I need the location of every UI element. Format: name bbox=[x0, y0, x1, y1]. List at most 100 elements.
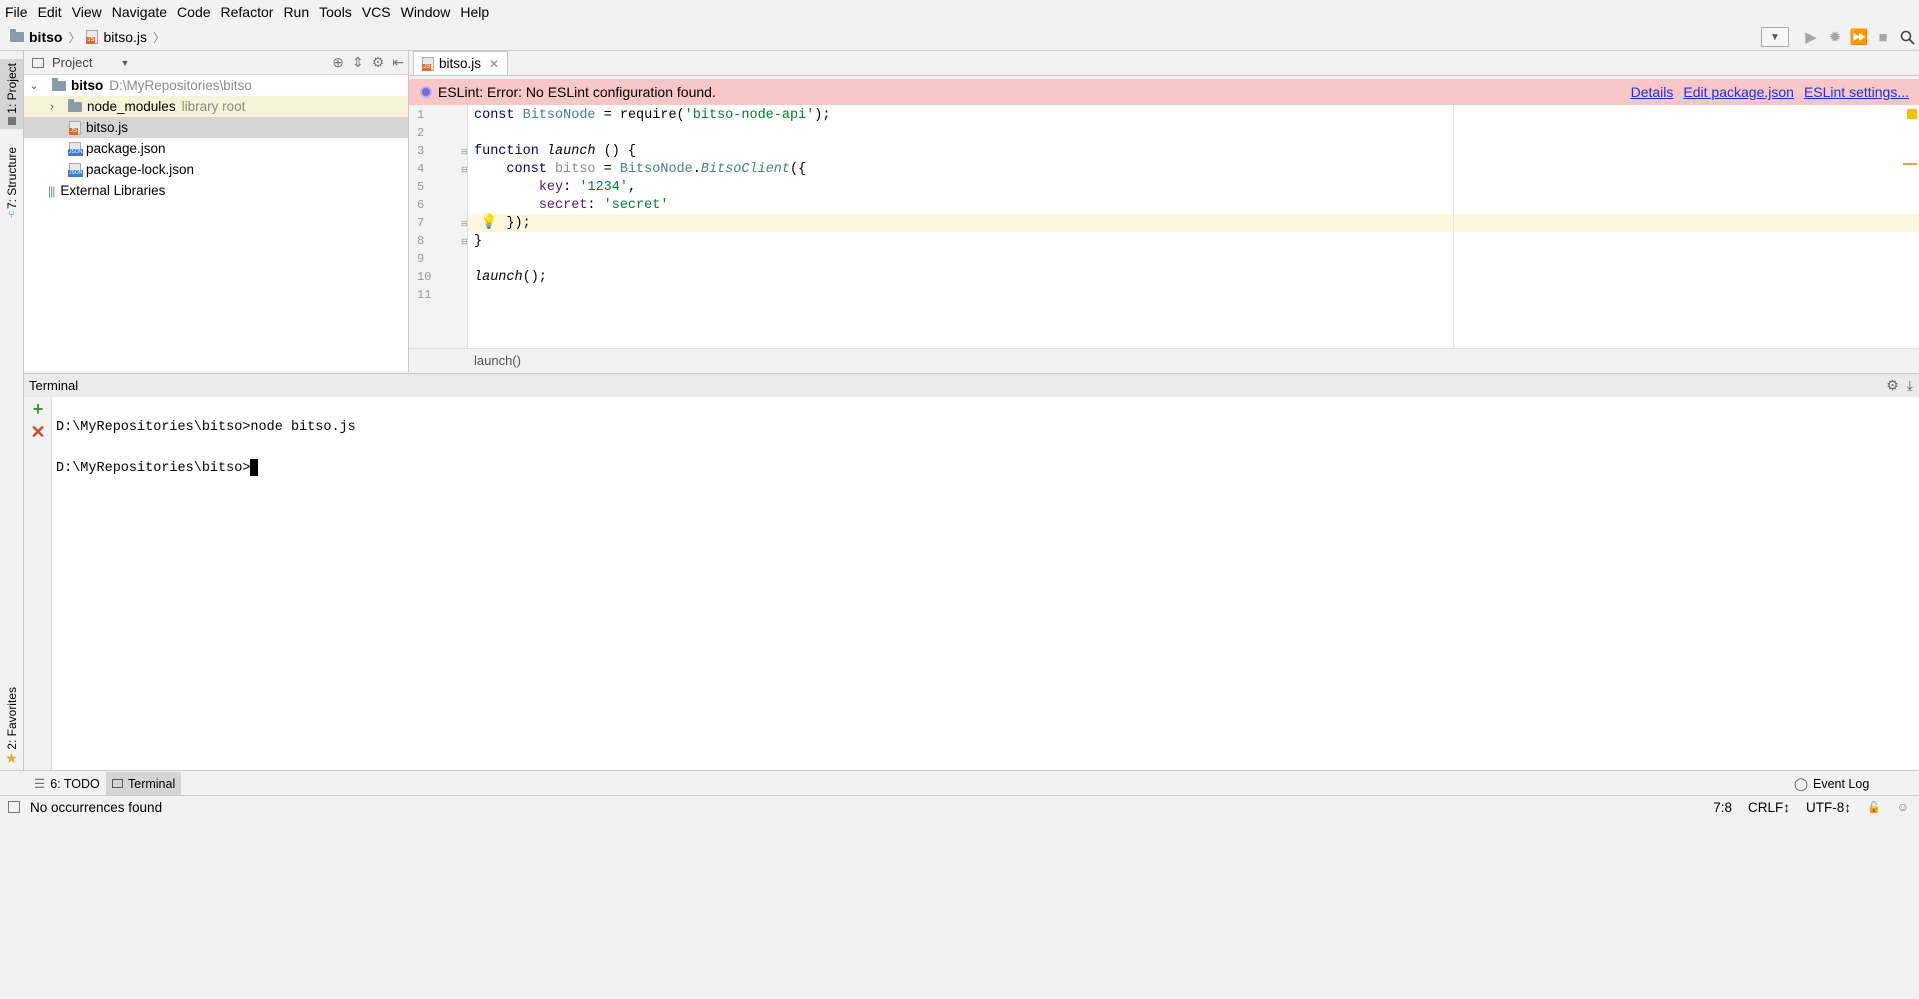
tree-item-node-modules[interactable]: › node_modules library root bbox=[24, 96, 408, 117]
stop-icon[interactable]: ■ bbox=[1871, 25, 1895, 49]
editor-breadcrumb[interactable]: launch() bbox=[474, 353, 521, 368]
menu-navigate[interactable]: Navigate bbox=[107, 0, 172, 24]
fold-icon[interactable]: ⊟ bbox=[461, 219, 468, 228]
terminal-line: D:\MyRepositories\bitso>node bitso.js bbox=[56, 420, 356, 435]
code-editor[interactable]: 1 2 3 4 5 6 7 8 9 10 11 ⊟ ⊟ ⊟ ⊟ 💡 const … bbox=[409, 105, 1919, 348]
search-icon[interactable] bbox=[1895, 25, 1919, 49]
new-session-icon[interactable]: + bbox=[28, 399, 48, 419]
line-number: 9 bbox=[417, 252, 425, 266]
tree-item-label: bitso.js bbox=[86, 120, 129, 135]
tool-tab-project[interactable]: 1: Project bbox=[0, 59, 23, 129]
menu-vcs[interactable]: VCS bbox=[357, 0, 396, 24]
menu-window[interactable]: Window bbox=[396, 0, 456, 24]
tab-terminal[interactable]: Terminal bbox=[106, 772, 182, 795]
tree-item-path: D:\MyRepositories\bitso bbox=[109, 78, 252, 93]
bottom-tool-tabs: ☰ 6: TODO Terminal ◯ Event Log bbox=[0, 770, 1919, 796]
eslint-error-message: ESLint: Error: No ESLint configuration f… bbox=[438, 84, 716, 100]
menu-edit[interactable]: Edit bbox=[33, 0, 67, 24]
file-encoding[interactable]: UTF-8↕ bbox=[1806, 800, 1851, 815]
close-icon[interactable]: ✕ bbox=[489, 57, 499, 71]
tab-todo[interactable]: ☰ 6: TODO bbox=[28, 772, 106, 795]
status-message: No occurrences found bbox=[30, 799, 163, 815]
hide-panel-icon[interactable]: ⤓ bbox=[1907, 377, 1913, 394]
chevron-down-icon: ▼ bbox=[1770, 31, 1780, 43]
chevron-down-icon[interactable]: ⌄ bbox=[28, 79, 40, 92]
tree-item-detail: library root bbox=[181, 99, 246, 114]
chevron-right-icon[interactable]: › bbox=[46, 101, 58, 113]
eslint-icon bbox=[420, 86, 432, 98]
collapse-all-icon[interactable]: ⇕ bbox=[352, 54, 364, 71]
gear-icon[interactable]: ⚙ bbox=[1886, 377, 1899, 394]
coverage-icon[interactable]: ⏩ bbox=[1847, 25, 1871, 49]
tree-item-label: External Libraries bbox=[60, 183, 166, 198]
menu-code[interactable]: Code bbox=[172, 0, 215, 24]
tool-tab-project-label: 1: Project bbox=[4, 63, 19, 114]
line-number: 8 bbox=[417, 234, 425, 248]
caret-row-highlight bbox=[467, 214, 1919, 232]
caret-position[interactable]: 7:8 bbox=[1713, 800, 1732, 815]
line-number: 5 bbox=[417, 180, 425, 194]
lock-icon[interactable]: 🔓 bbox=[1867, 801, 1881, 814]
line-number: 1 bbox=[417, 108, 425, 122]
menu-file[interactable]: File bbox=[0, 0, 33, 24]
line-separator[interactable]: CRLF↕ bbox=[1748, 800, 1790, 815]
project-panel-header: Project ▼ ⊕ ⇕ ⚙ ⇤ bbox=[24, 51, 408, 75]
gear-icon[interactable]: ⚙ bbox=[372, 54, 385, 71]
hide-icon[interactable]: ⇤ bbox=[392, 54, 404, 71]
terminal-cursor bbox=[250, 459, 259, 476]
code-line-10: launch(); bbox=[474, 270, 547, 285]
project-panel-actions: ⊕ ⇕ ⚙ ⇤ bbox=[324, 51, 404, 74]
eslint-error-banner: ESLint: Error: No ESLint configuration f… bbox=[409, 79, 1919, 105]
warning-stripe-marker[interactable] bbox=[1903, 163, 1917, 165]
fold-icon[interactable]: ⊟ bbox=[461, 237, 468, 246]
terminal-panel[interactable]: + ✕ D:\MyRepositories\bitso>node bitso.j… bbox=[24, 397, 1919, 770]
code-line-4: const bitso = BitsoNode.BitsoClient({ bbox=[506, 162, 807, 177]
tree-item-external-libraries[interactable]: ||| External Libraries bbox=[24, 180, 408, 201]
editor-tab-bitso-js[interactable]: bitso.js ✕ bbox=[413, 51, 509, 75]
edit-package-json-link[interactable]: Edit package.json bbox=[1683, 84, 1794, 100]
terminal-toolbar: + ✕ bbox=[24, 397, 52, 770]
tree-item-package-lock-json[interactable]: package-lock.json bbox=[24, 159, 408, 180]
error-stripe-marker[interactable] bbox=[1907, 109, 1917, 119]
json-file-icon bbox=[68, 162, 84, 177]
tree-item-label: node_modules bbox=[87, 99, 176, 114]
folder-icon bbox=[10, 29, 24, 42]
menu-tools[interactable]: Tools bbox=[314, 0, 357, 24]
code-line-6: secret: 'secret' bbox=[538, 198, 669, 213]
tree-item-package-json[interactable]: package.json bbox=[24, 138, 408, 159]
fold-icon[interactable]: ⊟ bbox=[461, 147, 468, 156]
details-link[interactable]: Details bbox=[1631, 84, 1674, 100]
tree-item-label: bitso bbox=[71, 78, 104, 93]
tool-tab-structure-label: 7: Structure bbox=[4, 147, 19, 210]
tool-windows-toggle-icon[interactable] bbox=[8, 801, 20, 813]
tool-tab-structure[interactable]: 7: Structure ⑂ bbox=[0, 147, 23, 221]
eslint-settings-link[interactable]: ESLint settings... bbox=[1804, 84, 1909, 100]
breadcrumb-project[interactable]: bitso 〉 bbox=[10, 29, 80, 46]
run-configuration-dropdown[interactable]: ▼ bbox=[1761, 27, 1789, 47]
code-line-8: } bbox=[474, 234, 483, 249]
tree-item-bitso-js[interactable]: bitso.js bbox=[24, 117, 408, 138]
fold-icon[interactable]: ⊟ bbox=[461, 165, 468, 174]
menu-run[interactable]: Run bbox=[278, 0, 314, 24]
tree-item-root[interactable]: ⌄ bitso D:\MyRepositories\bitso bbox=[24, 75, 408, 96]
line-number: 11 bbox=[417, 288, 432, 302]
close-session-icon[interactable]: ✕ bbox=[28, 422, 48, 442]
breadcrumb-file[interactable]: bitso.js 〉 bbox=[86, 29, 165, 46]
chevron-down-icon[interactable]: ▼ bbox=[120, 58, 129, 68]
locate-icon[interactable]: ⊕ bbox=[332, 54, 344, 71]
menu-view[interactable]: View bbox=[67, 0, 107, 24]
tab-event-log[interactable]: ◯ Event Log bbox=[1788, 772, 1875, 795]
debug-icon[interactable]: ✹ bbox=[1823, 25, 1847, 49]
terminal-header-actions: ⚙ ⤓ bbox=[1878, 374, 1913, 397]
tool-tab-favorites[interactable]: 2: Favorites ★ bbox=[0, 687, 23, 767]
terminal-prompt-line[interactable]: D:\MyRepositories\bitso> bbox=[56, 459, 259, 476]
line-number: 3 bbox=[417, 144, 425, 158]
star-icon: ★ bbox=[5, 749, 18, 766]
navigation-bar: bitso 〉 bitso.js 〉 ▼ ▶ ✹ ⏩ ■ bbox=[0, 24, 1919, 51]
inspector-icon[interactable]: ☺ bbox=[1897, 800, 1909, 814]
run-icon[interactable]: ▶ bbox=[1799, 25, 1823, 49]
menu-refactor[interactable]: Refactor bbox=[216, 0, 279, 24]
menu-help[interactable]: Help bbox=[455, 0, 494, 24]
editor-tab-bar: bitso.js ✕ bbox=[409, 51, 1919, 76]
project-view-selector[interactable]: Project bbox=[52, 55, 92, 70]
